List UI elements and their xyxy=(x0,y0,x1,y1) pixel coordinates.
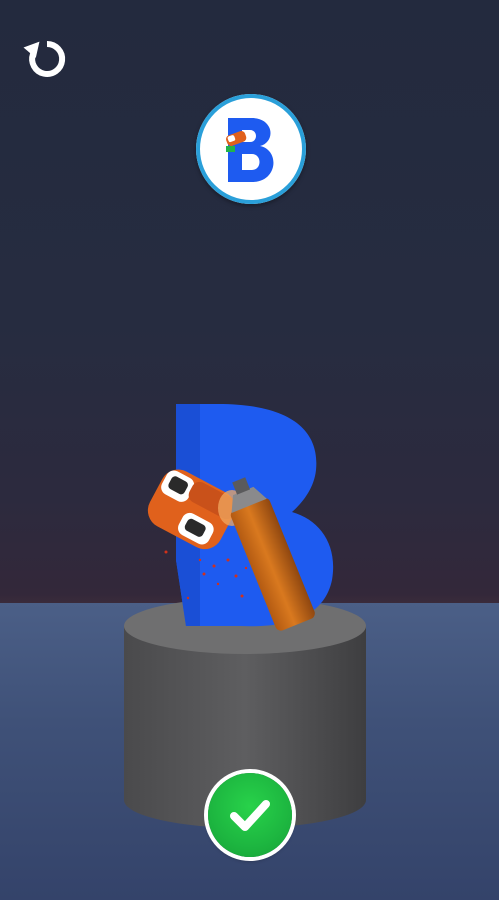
checkmark-icon xyxy=(230,800,270,831)
painting-scene xyxy=(124,404,366,828)
confirm-button[interactable] xyxy=(208,773,292,857)
